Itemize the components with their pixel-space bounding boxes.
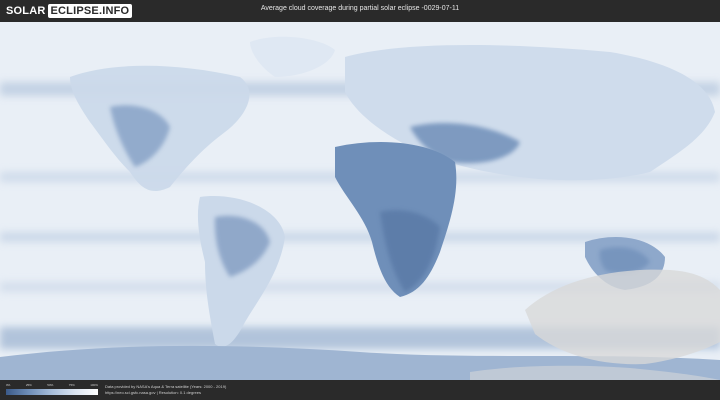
credits-line-2: https://neo.sci.gsfc.nasa.gov | Resoluti… <box>105 390 201 395</box>
eclipse-cloud-map-page: SOLAR ECLIPSE.INFO Average cloud coverag… <box>0 0 720 400</box>
cloud-coverage-legend: 0% 25% 50% 75% 100% <box>6 383 98 397</box>
cloud-coverage-map <box>0 22 720 380</box>
legend-tick-50: 50% <box>47 383 54 387</box>
legend-tick-100: 100% <box>90 383 98 387</box>
legend-tick-75: 75% <box>68 383 75 387</box>
header-bar: SOLAR ECLIPSE.INFO Average cloud coverag… <box>0 0 720 22</box>
data-credits: Data provided by NASA's Aqua & Terra sat… <box>105 384 226 396</box>
page-title: Average cloud coverage during partial so… <box>260 5 460 12</box>
legend-ticks: 0% 25% 50% 75% 100% <box>6 383 98 388</box>
legend-tick-25: 25% <box>25 383 32 387</box>
world-map-svg <box>0 22 720 380</box>
legend-tick-0: 0% <box>6 383 11 387</box>
legend-color-bar <box>6 389 98 395</box>
